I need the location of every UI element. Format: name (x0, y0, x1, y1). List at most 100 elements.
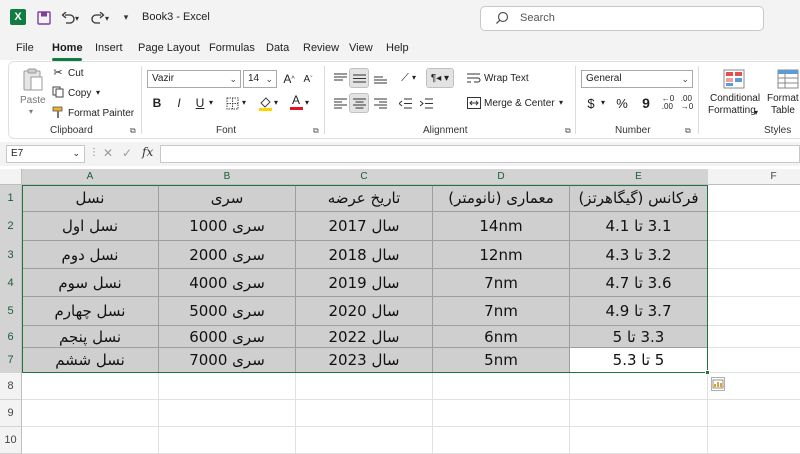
table-header-cell[interactable]: سری (159, 185, 296, 212)
undo-dropdown-icon[interactable]: ▾ (72, 8, 82, 28)
tab-home[interactable]: Home (52, 42, 83, 54)
table-header-cell[interactable]: نسل (22, 185, 159, 212)
currency-format-button[interactable]: $ (581, 93, 601, 113)
enter-icon[interactable]: ✓ (122, 146, 132, 160)
cancel-icon[interactable]: ✕ (103, 146, 113, 160)
row-header-10[interactable]: 10 (0, 427, 22, 454)
underline-dropdown-icon[interactable]: ▾ (209, 98, 213, 107)
percent-format-button[interactable]: % (612, 93, 632, 113)
table-cell[interactable]: 3.6 تا 4.7 (570, 269, 708, 297)
empty-cell[interactable] (296, 373, 433, 400)
column-header-a[interactable]: A (22, 169, 159, 185)
empty-cell[interactable] (708, 326, 800, 348)
empty-cell[interactable] (159, 373, 296, 400)
format-as-table-line2[interactable]: Table (771, 105, 795, 116)
merge-center-icon[interactable] (464, 93, 484, 113)
wrap-text-icon[interactable] (464, 68, 484, 88)
decrease-indent-icon[interactable] (395, 93, 415, 113)
tab-file[interactable]: File (16, 42, 34, 54)
table-cell[interactable]: 3.2 تا 4.3 (570, 241, 708, 269)
row-header-1[interactable]: 1 (0, 185, 22, 212)
fill-color-dropdown-icon[interactable]: ▾ (274, 98, 278, 107)
empty-cell[interactable] (22, 400, 159, 427)
empty-cell[interactable] (708, 427, 800, 454)
copy-button[interactable]: Copy (68, 88, 91, 99)
shrink-font-button[interactable]: Aˇ (298, 69, 318, 89)
empty-cell[interactable] (708, 400, 800, 427)
align-right-icon[interactable] (370, 93, 390, 113)
row-header-2[interactable]: 2 (0, 212, 22, 241)
table-cell[interactable]: نسل اول (22, 212, 159, 241)
empty-cell[interactable] (570, 400, 708, 427)
column-header-b[interactable]: B (159, 169, 296, 185)
table-cell[interactable]: سری 4000 (159, 269, 296, 297)
borders-icon[interactable] (222, 93, 242, 113)
increase-indent-icon[interactable] (416, 93, 436, 113)
alignment-launcher-icon[interactable]: ⧉ (565, 126, 571, 136)
copy-icon[interactable] (51, 85, 65, 99)
empty-cell[interactable] (708, 212, 800, 241)
merge-center-dropdown-icon[interactable]: ▾ (559, 98, 563, 107)
table-cell[interactable]: سال 2022 (296, 326, 433, 348)
empty-cell[interactable] (708, 185, 800, 212)
tab-page-layout[interactable]: Page Layout (138, 42, 200, 54)
table-cell[interactable]: سری 1000 (159, 212, 296, 241)
table-cell[interactable]: سری 6000 (159, 326, 296, 348)
name-box[interactable]: E7 ⌄ (6, 145, 85, 163)
row-header-7[interactable]: 7 (0, 348, 22, 373)
column-header-f[interactable]: F (708, 169, 800, 185)
table-header-cell[interactable]: معماری (نانومتر) (433, 185, 570, 212)
table-cell[interactable]: نسل سوم (22, 269, 159, 297)
table-header-cell[interactable]: فرکانس (گیگاهرتز) (570, 185, 708, 212)
row-header-8[interactable]: 8 (0, 373, 22, 400)
fill-color-icon[interactable] (255, 93, 275, 113)
empty-cell[interactable] (570, 373, 708, 400)
paste-dropdown-icon[interactable]: ▾ (29, 107, 33, 116)
cut-icon[interactable]: ✂ (51, 65, 65, 79)
paste-button[interactable]: Paste (20, 95, 46, 106)
row-header-3[interactable]: 3 (0, 241, 22, 269)
empty-cell[interactable] (708, 269, 800, 297)
paste-icon[interactable] (20, 67, 46, 93)
column-header-c[interactable]: C (296, 169, 433, 185)
cut-button[interactable]: Cut (68, 68, 84, 79)
format-painter-icon[interactable] (51, 105, 65, 119)
column-header-d[interactable]: D (433, 169, 570, 185)
table-cell[interactable]: 7nm (433, 297, 570, 326)
tab-review[interactable]: Review (303, 42, 339, 54)
font-name-dropdown[interactable]: Vazir ⌄ (147, 70, 241, 88)
row-header-6[interactable]: 6 (0, 326, 22, 348)
empty-cell[interactable] (433, 373, 570, 400)
copy-dropdown-icon[interactable]: ▾ (96, 88, 100, 97)
table-header-cell[interactable]: تاریخ عرضه (296, 185, 433, 212)
empty-cell[interactable] (433, 400, 570, 427)
comma-style-button[interactable]: 9 (636, 93, 656, 113)
fill-handle[interactable] (705, 370, 710, 375)
empty-cell[interactable] (22, 373, 159, 400)
tab-help[interactable]: Help (386, 42, 409, 54)
row-header-4[interactable]: 4 (0, 269, 22, 297)
empty-cell[interactable] (433, 427, 570, 454)
borders-dropdown-icon[interactable]: ▾ (242, 98, 246, 107)
top-align-icon[interactable] (330, 68, 350, 88)
empty-cell[interactable] (159, 427, 296, 454)
empty-cell[interactable] (708, 297, 800, 326)
bottom-align-icon[interactable] (370, 68, 390, 88)
table-cell[interactable]: نسل دوم (22, 241, 159, 269)
table-cell[interactable]: 14nm (433, 212, 570, 241)
number-launcher-icon[interactable]: ⧉ (685, 126, 691, 136)
empty-cell[interactable] (296, 427, 433, 454)
conditional-formatting-line2[interactable]: Formatting (708, 105, 756, 116)
table-cell[interactable]: نسل چهارم (22, 297, 159, 326)
table-cell[interactable]: سال 2018 (296, 241, 433, 269)
tab-insert[interactable]: Insert (95, 42, 123, 54)
table-cell[interactable]: سال 2019 (296, 269, 433, 297)
empty-cell[interactable] (296, 400, 433, 427)
number-format-dropdown[interactable]: General ⌄ (581, 70, 693, 88)
increase-decimal-icon[interactable]: ←0.00 (658, 93, 678, 113)
underline-button[interactable]: U (190, 93, 210, 113)
table-cell[interactable]: 12nm (433, 241, 570, 269)
merge-center-button[interactable]: Merge & Center (484, 98, 555, 109)
font-color-dropdown-icon[interactable]: ▾ (305, 98, 309, 107)
table-cell[interactable]: 3.3 تا 5 (570, 326, 708, 348)
